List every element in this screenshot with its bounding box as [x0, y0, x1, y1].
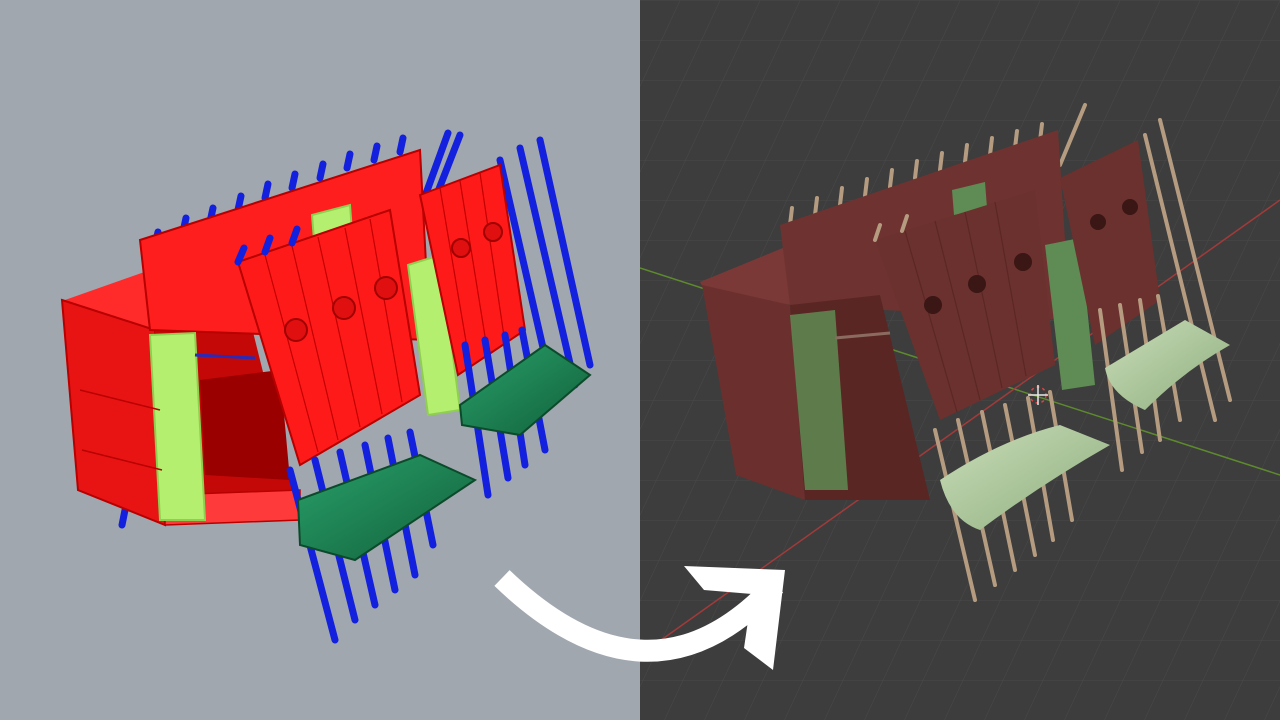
right-viewport: [640, 0, 1280, 720]
comparison-image: [0, 0, 1280, 720]
left-model: [60, 129, 594, 644]
left-viewport: [0, 0, 640, 720]
right-model: [640, 0, 1280, 720]
